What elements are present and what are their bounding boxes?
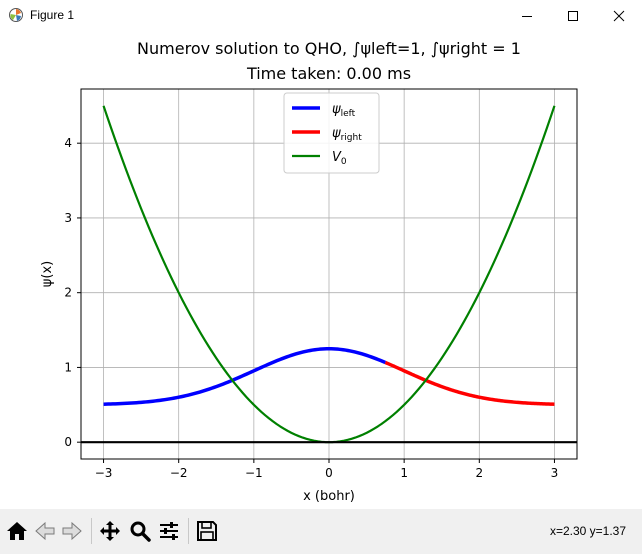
navigation-toolbar: x=2.30 y=1.37 (0, 509, 642, 554)
x-tick-label: −3 (95, 466, 113, 480)
home-button[interactable] (5, 519, 29, 543)
x-tick-label: 1 (400, 466, 408, 480)
forward-arrow-icon (62, 521, 82, 541)
y-tick-label: 3 (64, 211, 72, 225)
x-tick-label: −1 (245, 466, 263, 480)
x-tick-label: 0 (325, 466, 333, 480)
x-tick-label: −2 (170, 466, 188, 480)
y-tick-label: 2 (64, 286, 72, 300)
figure-canvas[interactable]: Numerov solution to QHO, ∫ψleft=1, ∫ψrig… (0, 31, 642, 509)
cursor-coordinates: x=2.30 y=1.37 (549, 524, 626, 538)
matplotlib-logo-icon (9, 8, 23, 22)
axis-ticks: −3 −2 −1 0 1 2 3 0 1 2 3 4 (64, 136, 558, 480)
save-button[interactable] (195, 519, 219, 543)
toolbar-separator (91, 518, 92, 544)
y-tick-label: 4 (64, 136, 72, 150)
configure-subplots-icon (160, 522, 178, 540)
x-tick-label: 2 (475, 466, 483, 480)
legend: ψleftψrightV0 (283, 92, 380, 174)
pan-button[interactable] (98, 519, 122, 543)
configure-subplots-button[interactable] (157, 519, 181, 543)
window-title: Figure 1 (30, 8, 75, 22)
x-tick-label: 3 (551, 466, 559, 480)
plot-svg: Numerov solution to QHO, ∫ψleft=1, ∫ψrig… (40, 39, 578, 504)
back-button[interactable] (33, 519, 57, 543)
back-arrow-icon (35, 521, 55, 541)
chart-title-line1: Numerov solution to QHO, ∫ψleft=1, ∫ψrig… (137, 39, 521, 58)
close-button[interactable] (596, 0, 642, 31)
close-icon (613, 10, 625, 21)
y-tick-label: 1 (64, 360, 72, 374)
x-axis-label: x (bohr) (303, 489, 355, 504)
minimize-button[interactable] (504, 0, 550, 31)
toolbar-separator (188, 518, 189, 544)
chart-title-line2: Time taken: 0.00 ms (246, 64, 411, 83)
window-titlebar: Figure 1 (0, 0, 642, 31)
minimize-icon (522, 15, 532, 17)
maximize-button[interactable] (550, 0, 596, 31)
zoom-icon (130, 521, 151, 542)
forward-button[interactable] (60, 519, 84, 543)
pan-icon (100, 521, 120, 541)
save-icon (197, 521, 217, 541)
maximize-icon (568, 10, 578, 21)
home-icon (7, 522, 27, 540)
y-axis-label: ψ(x) (40, 261, 55, 287)
zoom-button[interactable] (128, 519, 152, 543)
y-tick-label: 0 (64, 435, 72, 449)
